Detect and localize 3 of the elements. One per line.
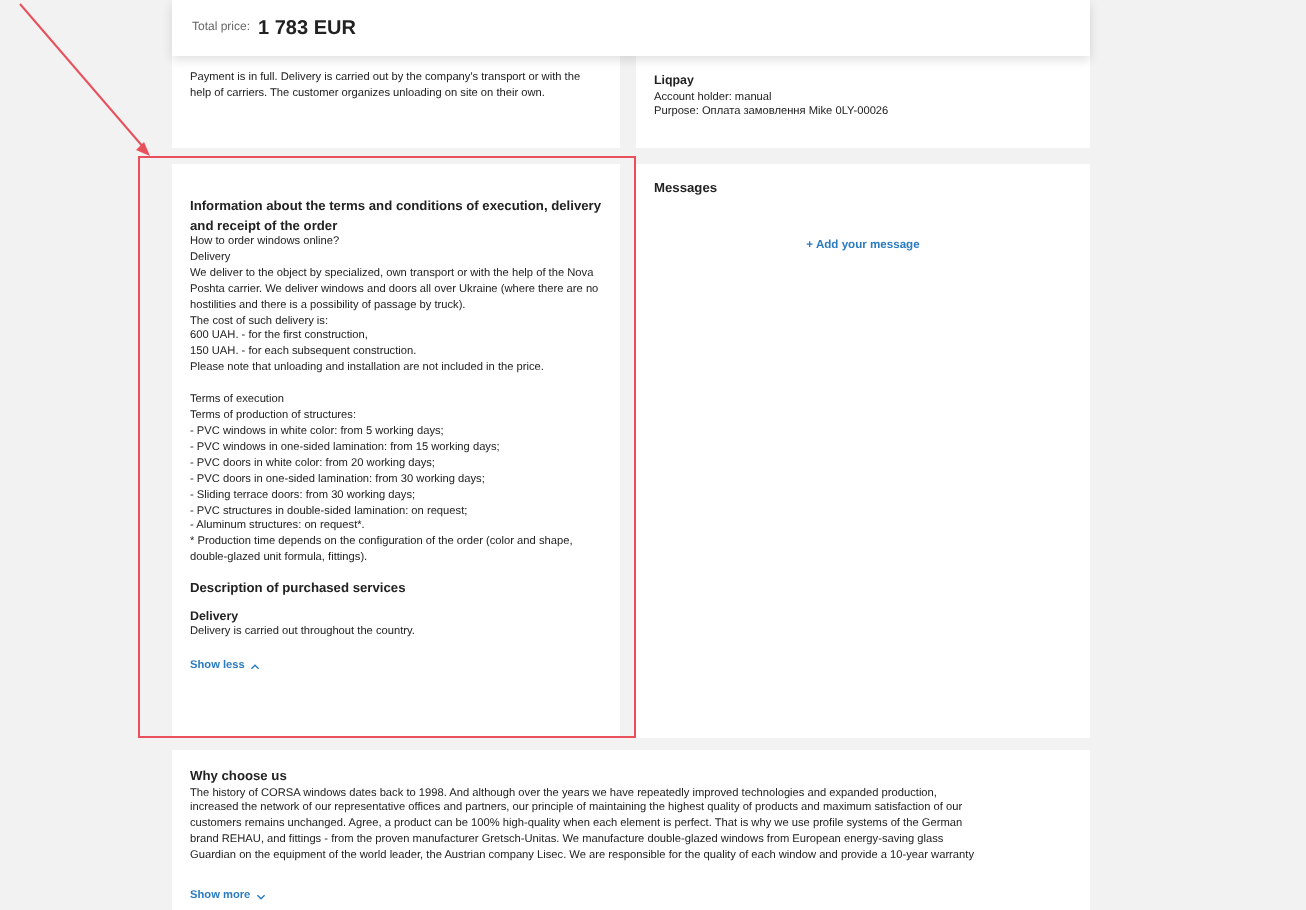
total-price-value: 1 783 EUR [258,17,356,39]
chevron-icon [250,663,261,670]
chevron-icon [256,893,267,900]
